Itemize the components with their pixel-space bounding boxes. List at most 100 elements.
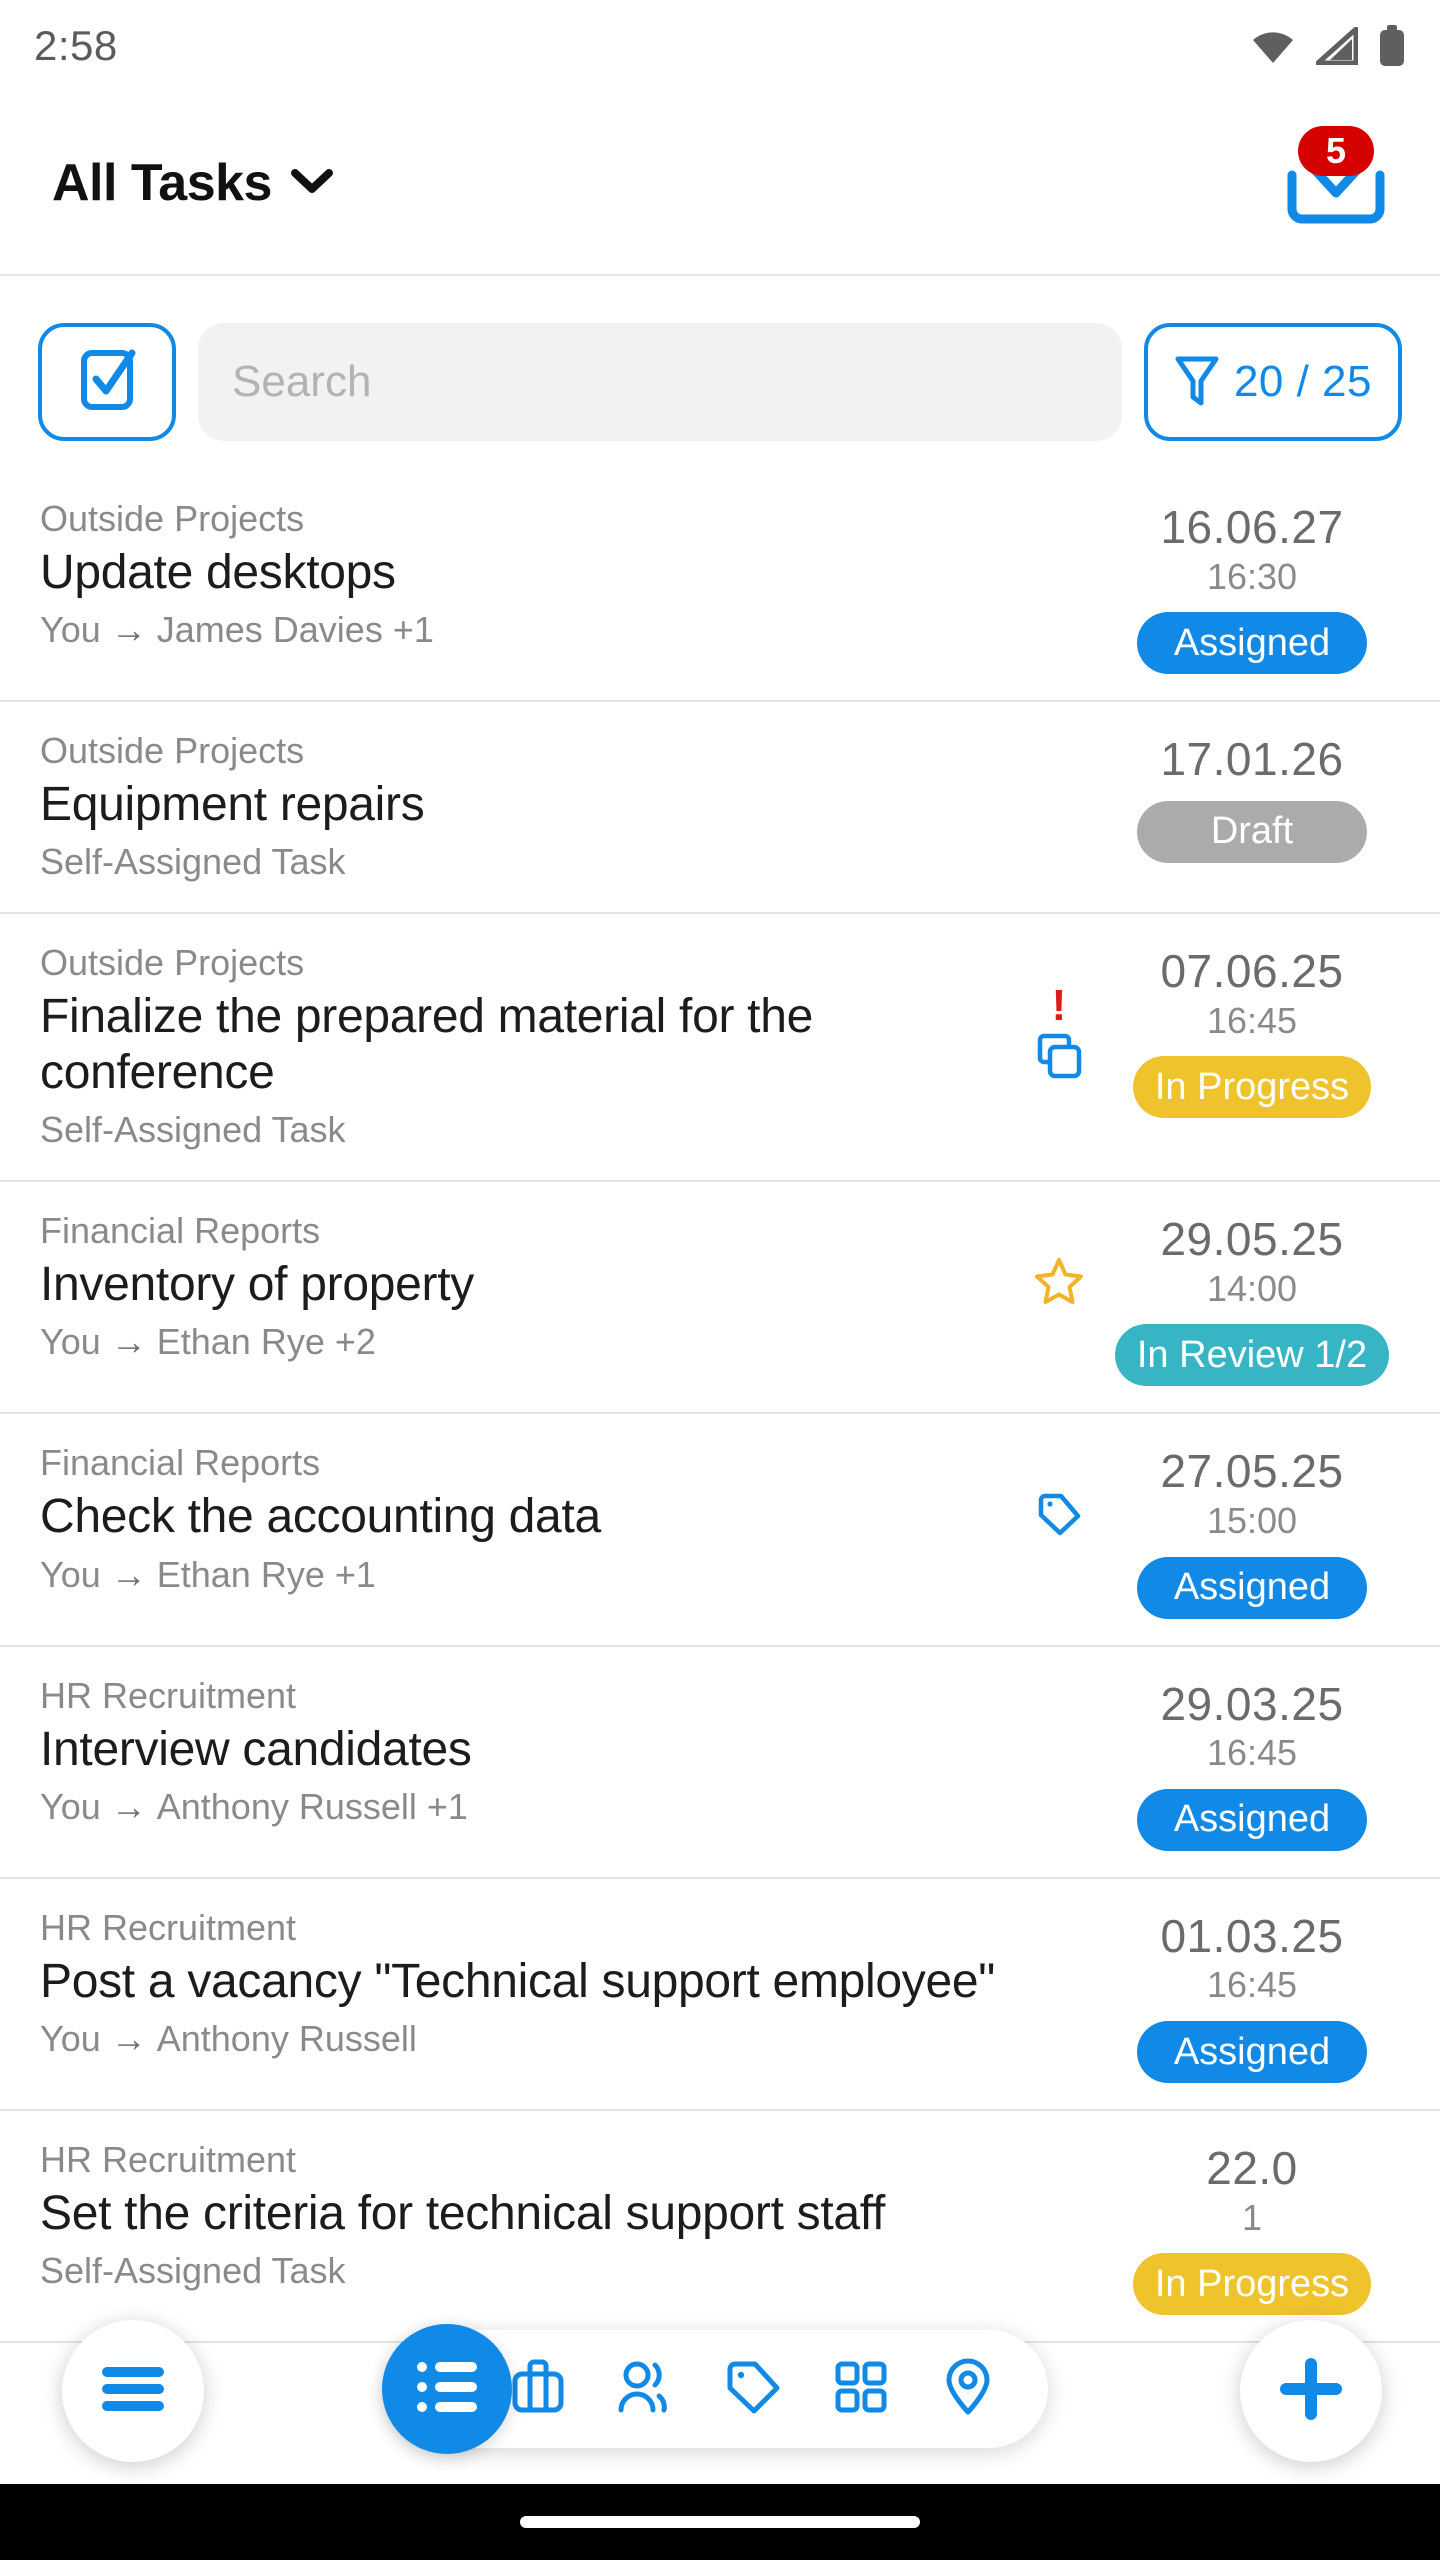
task-main: Outside Projects Finalize the prepared ma…	[40, 940, 1016, 1154]
task-project-label: HR Recruitment	[40, 2139, 297, 2180]
filter-button[interactable]: 20 / 25	[1143, 323, 1402, 441]
task-due-date: 29.03.25	[1160, 1677, 1344, 1730]
status-badge[interactable]: In Review 1/2	[1114, 1324, 1390, 1387]
task-row[interactable]: HR Recruitment Post a vacancy "Technical …	[0, 1878, 1440, 2111]
status-badge[interactable]: Assigned	[1137, 2021, 1367, 2083]
task-due-date: 27.05.25	[1160, 1445, 1344, 1498]
task-assigner: You	[40, 1553, 101, 1595]
nav-item-tasks[interactable]	[382, 2324, 512, 2454]
task-title: Interview candidates	[40, 1722, 472, 1776]
task-indicator-icons: !	[1016, 940, 1102, 1086]
app-header: All Tasks 5	[0, 92, 1440, 276]
task-due-time: 15:00	[1206, 1500, 1298, 1542]
task-assignee: Ethan Rye +2	[156, 1321, 376, 1363]
wifi-icon	[1250, 27, 1296, 65]
status-badge[interactable]: Assigned	[1137, 612, 1367, 675]
task-title: Equipment repairs	[40, 778, 425, 832]
task-row[interactable]: Outside Projects Finalize the prepared ma…	[0, 914, 1440, 1183]
task-due-date: 29.05.25	[1160, 1213, 1344, 1266]
task-main: HR Recruitment Interview candidates You → An…	[40, 1673, 1016, 1831]
inbox-badge: 5	[1298, 126, 1374, 176]
task-main: Financial Reports Inventory of property Yo…	[40, 1208, 1016, 1366]
task-project-label: Financial Reports	[40, 1442, 321, 1484]
task-row[interactable]: Financial Reports Inventory of property Yo…	[0, 1182, 1440, 1415]
task-assignment: Self-Assigned Task	[40, 2248, 1004, 2295]
task-assignee: Ethan Rye +1	[156, 1553, 376, 1595]
add-task-fab-button[interactable]	[1240, 2320, 1382, 2462]
task-project-label: Outside Projects	[40, 942, 305, 984]
status-badge[interactable]: In Progress	[1132, 1056, 1372, 1119]
task-indicator-icons	[1016, 1208, 1102, 1311]
status-bar-icons	[1250, 25, 1406, 67]
task-row[interactable]: HR Recruitment Interview candidates You → An…	[0, 1646, 1440, 1879]
task-due-date: 22.0	[1206, 2142, 1298, 2194]
task-title: Set the criteria for technical support s…	[40, 2187, 886, 2240]
task-due-time: 1	[1241, 2196, 1263, 2238]
task-assignee: Anthony Russell +1	[156, 1785, 468, 1827]
task-title: Finalize the prepared material for the c…	[40, 990, 814, 1100]
nav-item-apps[interactable]	[823, 2351, 899, 2427]
task-assigner: You	[40, 2017, 101, 2059]
nav-item-location[interactable]	[930, 2351, 1006, 2427]
task-main: Outside Projects Update desktops You → James…	[40, 496, 1016, 654]
task-meta: 27.05.25 15:00 Assigned	[1102, 1440, 1402, 1619]
task-due-date: 16.06.27	[1160, 501, 1344, 553]
task-assignee: Anthony Russell	[156, 2017, 417, 2059]
tag-icon	[1034, 1488, 1084, 1543]
task-indicator-icons	[1016, 496, 1102, 544]
status-badge[interactable]: Assigned	[1137, 1556, 1367, 1619]
task-project-label: HR Recruitment	[40, 1674, 297, 1716]
location-pin-icon	[937, 2356, 999, 2423]
arrow-right-icon: →	[110, 1785, 147, 1827]
task-row[interactable]: Outside Projects Equipment repairs Self-As…	[0, 702, 1440, 915]
status-badge[interactable]: Draft	[1137, 800, 1367, 863]
task-indicator-icons	[1016, 2137, 1102, 2185]
status-badge[interactable]: Assigned	[1137, 1788, 1367, 1851]
task-meta: 01.03.25 16:45 Assigned	[1102, 1905, 1402, 2083]
task-due-date: 17.01.26	[1160, 733, 1344, 786]
nav-item-tags[interactable]	[715, 2351, 791, 2427]
task-project-label: Outside Projects	[40, 730, 305, 772]
nav-item-contacts[interactable]	[607, 2351, 683, 2427]
chevron-down-icon	[290, 166, 334, 201]
arrow-right-icon: →	[110, 609, 147, 651]
task-indicator-icons	[1016, 728, 1102, 776]
status-badge[interactable]: In Progress	[1132, 2253, 1372, 2316]
task-assigner: Self-Assigned Task	[40, 841, 346, 883]
battery-icon	[1378, 25, 1406, 67]
arrow-right-icon: →	[110, 1321, 147, 1363]
arrow-right-icon: →	[110, 1553, 147, 1595]
select-mode-button[interactable]	[38, 323, 176, 441]
status-bar-clock: 2:58	[34, 22, 118, 69]
menu-fab-button[interactable]	[62, 2320, 204, 2462]
task-meta: 29.03.25 16:45 Assigned	[1102, 1673, 1402, 1851]
task-filter-dropdown[interactable]: All Tasks	[52, 153, 334, 213]
inbox-button[interactable]: 5	[1276, 126, 1396, 238]
star-icon	[1033, 1256, 1085, 1311]
system-gesture-bar	[0, 2484, 1440, 2560]
task-row[interactable]: Financial Reports Check the accounting da…	[0, 1414, 1440, 1647]
task-indicator-icons	[1016, 1905, 1102, 1953]
task-meta: 22.0 1 In Progress	[1102, 2137, 1402, 2316]
search-input[interactable]	[232, 357, 1088, 407]
task-project-label: Outside Projects	[40, 498, 305, 539]
task-project-label: HR Recruitment	[40, 1906, 297, 1948]
task-due-time: 16:45	[1206, 999, 1298, 1041]
task-due-time: 14:00	[1206, 1267, 1298, 1309]
task-project-label: Financial Reports	[40, 1210, 321, 1252]
task-assigner: You	[40, 1321, 101, 1363]
task-row[interactable]: HR Recruitment Set the criteria for techn…	[0, 2111, 1440, 2344]
task-main: Outside Projects Equipment repairs Self-As…	[40, 728, 1016, 886]
task-meta: 17.01.26 Draft	[1102, 728, 1402, 863]
task-meta: 16.06.27 16:30 Assigned	[1102, 496, 1402, 675]
gesture-handle[interactable]	[520, 2516, 920, 2528]
search-field-wrapper[interactable]	[198, 323, 1122, 441]
task-assignment: Self-Assigned Task	[40, 839, 1004, 886]
copy-duplicate-icon	[1034, 1031, 1084, 1086]
briefcase-icon	[507, 2356, 569, 2423]
tag-icon	[722, 2356, 784, 2423]
task-assigner: You	[40, 609, 101, 651]
task-main: HR Recruitment Set the criteria for techn…	[40, 2137, 1016, 2295]
task-row[interactable]: Outside Projects Update desktops You → James…	[0, 470, 1440, 703]
contacts-people-icon	[614, 2356, 676, 2423]
